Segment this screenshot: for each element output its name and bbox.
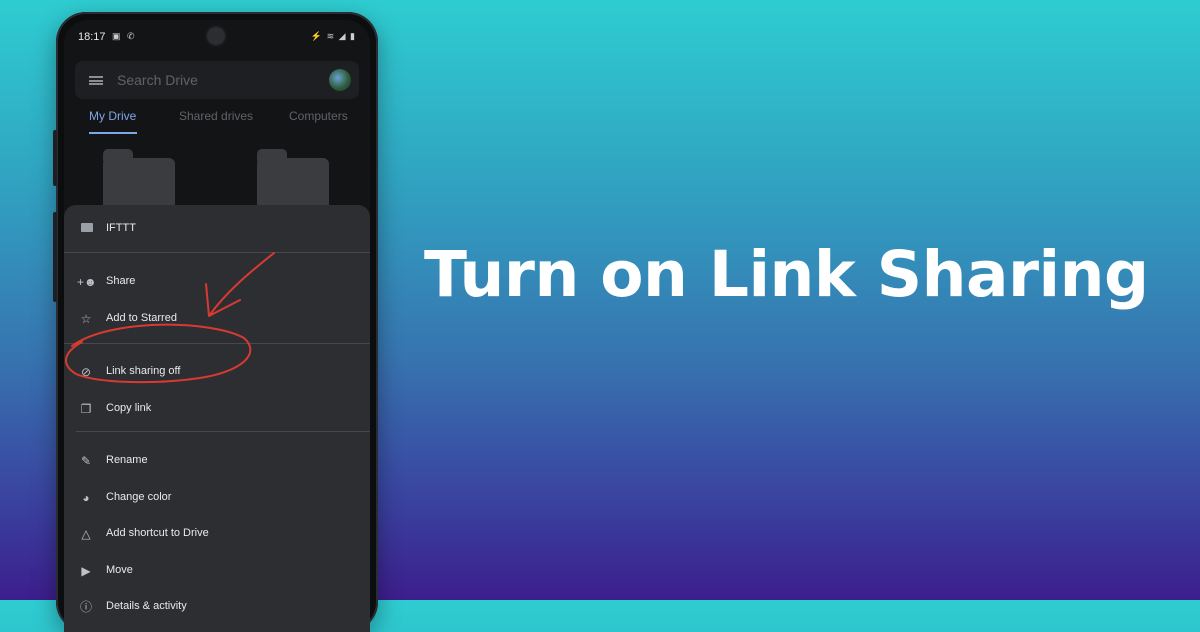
- menu-item-share[interactable]: +☻ Share: [64, 267, 370, 297]
- active-tab-indicator: [89, 132, 137, 134]
- info-icon: ⓘ: [79, 600, 92, 614]
- signal-battery-icons: ⚡ ≋ ◢ ▮: [310, 31, 356, 41]
- menu-item-label: Details & activity: [106, 600, 187, 612]
- menu-item-label: Link sharing off: [106, 365, 181, 377]
- copy-icon: ❐: [80, 402, 92, 416]
- add-person-icon: +☻: [77, 275, 97, 289]
- divider: [76, 431, 370, 432]
- tab-my-drive[interactable]: My Drive: [89, 109, 136, 123]
- tab-computers[interactable]: Computers: [289, 109, 348, 123]
- phone-mockup: 18:17 ▣ ✆ ⚡ ≋ ◢ ▮ Search Drive My Drive …: [53, 12, 378, 632]
- menu-item-add-to-starred[interactable]: ☆ Add to Starred: [64, 304, 370, 334]
- menu-item-label: Add shortcut to Drive: [106, 527, 209, 539]
- menu-item-copy-link[interactable]: ❐ Copy link: [64, 394, 370, 424]
- menu-item-label: Rename: [106, 454, 148, 466]
- menu-item-details[interactable]: ⓘ Details & activity: [64, 592, 370, 622]
- phone-screen: 18:17 ▣ ✆ ⚡ ≋ ◢ ▮ Search Drive My Drive …: [64, 20, 370, 632]
- star-icon: ☆: [80, 312, 92, 326]
- link-off-icon: ⊘: [80, 365, 92, 379]
- menu-item-label: Copy link: [106, 402, 152, 414]
- edit-icon: ✎: [80, 454, 92, 468]
- menu-item-link-sharing[interactable]: ⊘ Link sharing off: [64, 357, 370, 387]
- palette-icon: ◕: [82, 491, 90, 505]
- drive-tabs: My Drive Shared drives Computers: [64, 109, 370, 139]
- divider: [64, 252, 370, 253]
- menu-item-rename[interactable]: ✎ Rename: [64, 446, 370, 476]
- folder-icon: [81, 223, 93, 232]
- volume-button: [53, 130, 57, 186]
- avatar[interactable]: [329, 69, 351, 91]
- menu-item-add-shortcut[interactable]: △ Add shortcut to Drive: [64, 519, 370, 549]
- bottom-sheet-menu: IFTTT +☻ Share ☆ Add to Starred ⊘ Link s…: [64, 205, 370, 632]
- divider: [64, 343, 370, 344]
- headline: Turn on Link Sharing: [424, 238, 1149, 311]
- move-folder-icon: ▶: [81, 564, 91, 578]
- drive-shortcut-icon: △: [81, 527, 91, 541]
- menu-item-label: Move: [106, 564, 133, 576]
- front-camera: [207, 27, 225, 45]
- menu-item-move[interactable]: ▶ Move: [64, 556, 370, 586]
- menu-item-label: Change color: [106, 491, 172, 503]
- menu-item-change-color[interactable]: ◕ Change color: [64, 483, 370, 513]
- menu-icon[interactable]: [89, 76, 103, 85]
- status-time: 18:17: [78, 31, 106, 43]
- tab-shared-drives[interactable]: Shared drives: [179, 109, 253, 123]
- side-button: [53, 212, 57, 302]
- menu-item-label: Add to Starred: [106, 312, 177, 324]
- search-bar[interactable]: Search Drive: [75, 61, 359, 99]
- search-input[interactable]: Search Drive: [117, 72, 198, 88]
- sheet-title: IFTTT: [106, 222, 136, 234]
- menu-item-label: Share: [106, 275, 136, 287]
- notification-icons: ▣ ✆: [112, 31, 137, 41]
